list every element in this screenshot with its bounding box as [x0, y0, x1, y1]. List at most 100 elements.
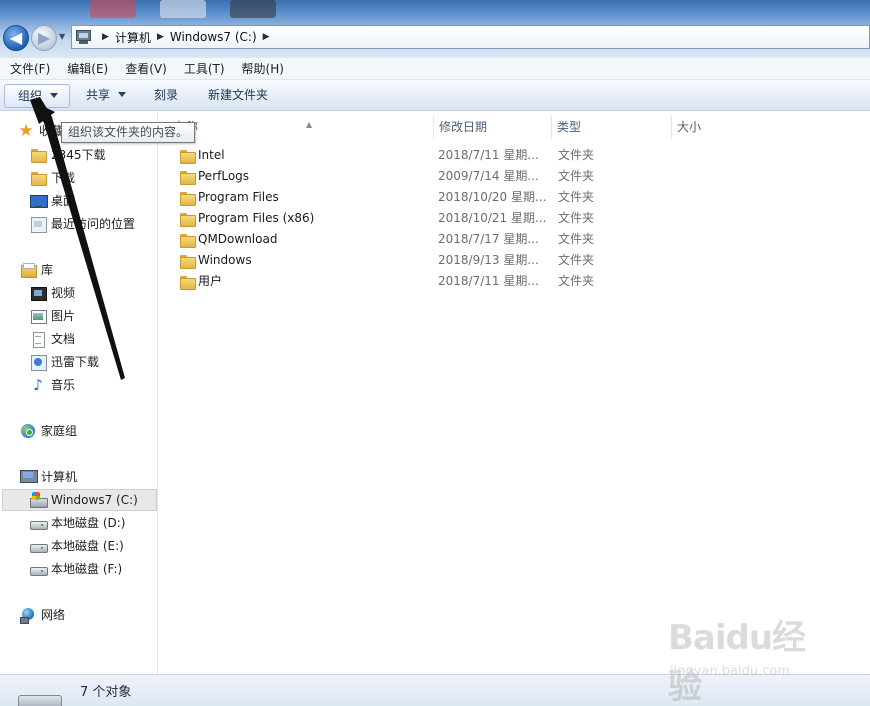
menu-help[interactable]: 帮助(H)	[232, 60, 291, 77]
burn-button[interactable]: 刻录	[154, 84, 178, 108]
folder-icon	[179, 169, 196, 185]
forward-arrow-icon[interactable]: ▶	[31, 25, 57, 51]
folder-icon	[179, 253, 196, 269]
nav-item-pictures[interactable]: 图片	[30, 305, 75, 327]
file-name: Intel	[198, 148, 225, 162]
menu-file[interactable]: 文件(F)	[0, 60, 57, 77]
nav-network[interactable]: 网络	[20, 604, 65, 626]
watermark-url: jingyan.baidu.com	[670, 664, 790, 679]
table-row[interactable]: Program Files 2018/10/20 星期... 文件夹	[159, 187, 679, 208]
watermark: Baidu经验 jingyan.baidu.com	[668, 610, 828, 706]
command-bar: 组织 共享 刻录 新建文件夹	[0, 80, 870, 111]
library-icon	[20, 262, 37, 278]
nav-item-recent-places[interactable]: 最近访问的位置	[30, 213, 135, 235]
address-area: ◀ ▶ ▼ ▶ 计算机 ▶ Windows7 (C:) ▶	[0, 0, 870, 58]
new-folder-button[interactable]: 新建文件夹	[208, 84, 268, 108]
nav-item-windows7-c[interactable]: Windows7 (C:)	[2, 489, 157, 511]
nav-label: 迅雷下载	[51, 355, 100, 369]
share-button[interactable]: 共享	[86, 84, 127, 108]
nav-label: 本地磁盘 (D:)	[51, 516, 126, 530]
nav-item-downloads[interactable]: 下载	[30, 167, 75, 189]
table-row[interactable]: 用户 2018/7/11 星期... 文件夹	[159, 271, 679, 292]
column-header-name[interactable]: 名称 ▲	[169, 115, 433, 139]
table-row[interactable]: Program Files (x86) 2018/10/21 星期... 文件夹	[159, 208, 679, 229]
sort-ascending-icon: ▲	[306, 120, 313, 129]
breadcrumb-separator[interactable]: ▶	[157, 32, 164, 42]
nav-item-thunder-download[interactable]: 迅雷下载	[30, 351, 99, 373]
nav-label: 文档	[51, 332, 76, 346]
nav-item-disk-f[interactable]: 本地磁盘 (F:)	[30, 558, 122, 580]
downloads-folder-icon	[30, 170, 47, 186]
column-header-type[interactable]: 类型	[551, 115, 671, 139]
navigation-pane: ★ 收藏夹 2345下载 下载 桌面 最近访问的位置 库 视频 图片 文档 迅雷…	[0, 112, 158, 674]
file-list-pane: 名称 ▲ 修改日期 类型 大小 Intel 2018/7/11 星期... 文件…	[159, 112, 870, 674]
nav-item-videos[interactable]: 视频	[30, 282, 75, 304]
file-name: Program Files (x86)	[198, 211, 315, 225]
taskbar-strip	[90, 0, 276, 18]
file-name: QMDownload	[198, 232, 278, 246]
column-header-size[interactable]: 大小	[671, 115, 791, 139]
thunder-download-icon	[30, 354, 47, 371]
file-type: 文件夹	[558, 274, 595, 288]
table-row[interactable]: QMDownload 2018/7/17 星期... 文件夹	[159, 229, 679, 250]
file-date: 2018/9/13 星期...	[438, 253, 539, 267]
nav-homegroup[interactable]: 家庭组	[20, 420, 77, 442]
nav-item-documents[interactable]: 文档	[30, 328, 75, 350]
file-date: 2009/7/14 星期...	[438, 169, 539, 183]
file-type: 文件夹	[558, 232, 595, 246]
file-date: 2018/7/17 星期...	[438, 232, 539, 246]
network-icon	[20, 607, 36, 624]
nav-item-disk-d[interactable]: 本地磁盘 (D:)	[30, 512, 125, 534]
file-type: 文件夹	[558, 169, 595, 183]
table-row[interactable]: Intel 2018/7/11 星期... 文件夹	[159, 145, 679, 166]
folder-icon	[179, 190, 196, 206]
nav-label: 本地磁盘 (F:)	[51, 562, 123, 576]
nav-computer[interactable]: 计算机	[20, 466, 77, 488]
nav-label: 2345下载	[51, 148, 106, 162]
breadcrumb-computer[interactable]: 计算机	[115, 29, 151, 46]
nav-item-music[interactable]: ♪ 音乐	[30, 374, 75, 396]
file-name: Windows	[198, 253, 252, 267]
file-type: 文件夹	[558, 148, 595, 162]
nav-item-disk-e[interactable]: 本地磁盘 (E:)	[30, 535, 124, 557]
local-disk-icon	[30, 538, 48, 554]
menu-view[interactable]: 查看(V)	[115, 60, 174, 77]
table-row[interactable]: PerfLogs 2009/7/14 星期... 文件夹	[159, 166, 679, 187]
breadcrumb-separator[interactable]: ▶	[263, 32, 270, 42]
address-bar[interactable]: ▶ 计算机 ▶ Windows7 (C:) ▶	[71, 25, 870, 49]
video-icon	[30, 285, 47, 301]
recent-pages-chevron-icon[interactable]: ▼	[59, 32, 65, 41]
file-name: Program Files	[198, 190, 279, 204]
menu-edit[interactable]: 编辑(E)	[57, 60, 115, 77]
folder-icon	[179, 232, 196, 248]
back-arrow-icon[interactable]: ◀	[3, 25, 29, 51]
folder-icon	[179, 148, 196, 164]
homegroup-icon	[20, 423, 36, 439]
local-disk-icon	[30, 561, 48, 577]
nav-label: 图片	[51, 309, 76, 323]
folder-icon	[179, 211, 196, 227]
column-header-date[interactable]: 修改日期	[433, 115, 551, 139]
file-name: 用户	[198, 274, 223, 288]
nav-label: 家庭组	[41, 424, 78, 438]
nav-item-2345download[interactable]: 2345下载	[30, 144, 106, 166]
nav-item-desktop[interactable]: 桌面	[30, 190, 75, 212]
item-count: 7 个对象	[80, 685, 132, 700]
nav-libraries[interactable]: 库	[20, 259, 53, 281]
dropdown-arrow-icon	[50, 93, 59, 98]
music-icon: ♪	[33, 376, 43, 394]
file-date: 2018/7/11 星期...	[438, 274, 539, 288]
share-label: 共享	[86, 88, 111, 102]
nav-label: 最近访问的位置	[51, 217, 136, 231]
file-type: 文件夹	[558, 190, 595, 204]
organize-label: 组织	[18, 89, 43, 103]
menu-tools[interactable]: 工具(T)	[174, 60, 232, 77]
file-date: 2018/10/20 星期...	[438, 190, 547, 204]
organize-button[interactable]: 组织	[4, 84, 70, 108]
breadcrumb-drive-c[interactable]: Windows7 (C:)	[170, 30, 257, 44]
breadcrumb-separator[interactable]: ▶	[102, 32, 109, 42]
nav-label: Windows7 (C:)	[51, 493, 138, 507]
file-date: 2018/7/11 星期...	[438, 148, 539, 162]
table-row[interactable]: Windows 2018/9/13 星期... 文件夹	[159, 250, 679, 271]
nav-label: 音乐	[51, 378, 76, 392]
